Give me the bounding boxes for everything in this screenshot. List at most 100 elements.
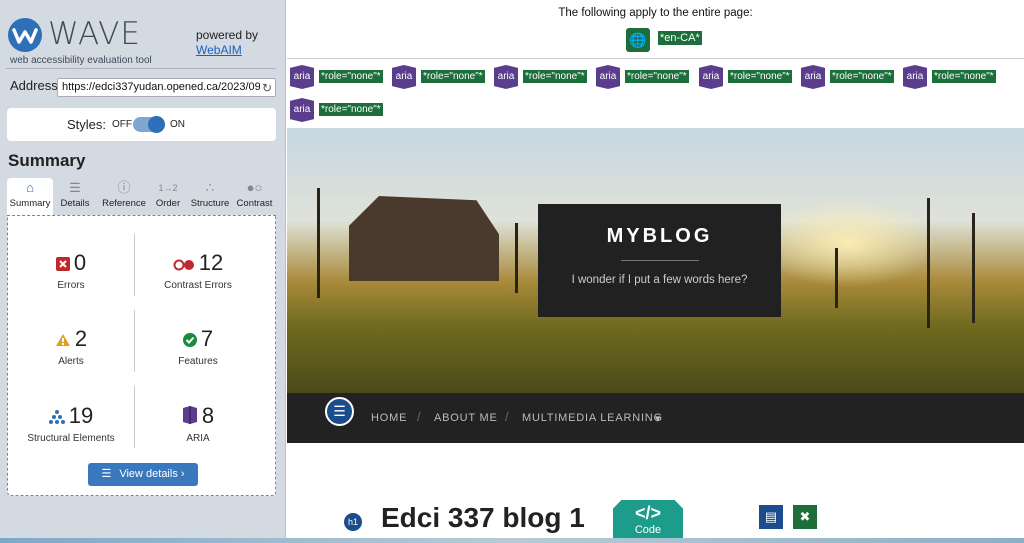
blog-tagline: I wonder if I put a few words here?	[571, 274, 748, 286]
role-none-tag: *role="none"*	[830, 70, 894, 83]
webaim-link[interactable]: WebAIM	[196, 43, 258, 58]
toggle-knob	[148, 116, 165, 133]
contrast-errors-label: Contrast Errors	[164, 280, 232, 292]
divider	[287, 58, 1024, 59]
hero-image: MYBLOG I wonder if I put a few words her…	[287, 128, 1024, 393]
address-label: Address:	[10, 78, 62, 93]
aria-count: 8	[201, 403, 215, 428]
features-count: 7	[200, 326, 214, 351]
role-none-tag: *role="none"*	[421, 70, 485, 83]
tree	[515, 223, 518, 293]
alerts-count: 2	[74, 326, 88, 351]
reload-icon[interactable]: ↻	[259, 81, 272, 95]
features-stat[interactable]: 7 Features	[135, 326, 261, 367]
tree	[317, 188, 320, 298]
divider	[6, 68, 276, 69]
aria-icon[interactable]: aria	[290, 65, 314, 89]
view-details-label: View details ›	[119, 468, 185, 480]
tab-order[interactable]: 1→2 Order	[150, 178, 186, 215]
contrast-icon: ●○	[246, 180, 263, 195]
barn-silhouette	[349, 196, 499, 281]
errors-stat[interactable]: 0 Errors	[8, 250, 134, 291]
nav-separator: /	[505, 409, 509, 424]
aria-icon[interactable]: aria	[494, 65, 518, 89]
feature-icon	[182, 327, 197, 353]
tab-order-label: Order	[155, 198, 181, 209]
html5-icon[interactable]: ▤	[759, 505, 783, 529]
aria-icon[interactable]: aria	[903, 65, 927, 89]
structural-label: Structural Elements	[27, 433, 115, 445]
aria-icon[interactable]: aria	[290, 98, 314, 122]
aria-icon[interactable]: aria	[699, 65, 723, 89]
styles-label: Styles:	[67, 117, 107, 132]
home-icon: ⌂	[26, 180, 34, 195]
aria-icon[interactable]: aria	[596, 65, 620, 89]
errors-count: 0	[73, 250, 87, 275]
tab-contrast-label: Contrast	[236, 198, 273, 209]
chevron-down-icon[interactable]: ▾	[655, 412, 661, 425]
spreadsheet-icon[interactable]: ✖	[793, 505, 817, 529]
blog-header-card[interactable]: MYBLOG I wonder if I put a few words her…	[538, 204, 781, 317]
contrast-errors-stat[interactable]: 12 Contrast Errors	[135, 250, 261, 291]
tab-summary[interactable]: ⌂ Summary	[7, 178, 53, 215]
contrast-errors-count: 12	[198, 250, 224, 275]
wave-sidebar: WAVE web accessibility evaluation tool p…	[0, 0, 286, 543]
list-icon: ☰	[69, 180, 81, 195]
info-icon: ⓘ	[117, 180, 131, 195]
wave-logo[interactable]: WAVE web accessibility evaluation tool p…	[8, 14, 278, 66]
styles-on-label: ON	[170, 119, 185, 130]
summary-heading: Summary	[8, 151, 86, 170]
structural-stat[interactable]: 19 Structural Elements	[8, 403, 134, 444]
aria-icon[interactable]: aria	[392, 65, 416, 89]
page-preview: The following apply to the entire page: …	[287, 0, 1024, 543]
divider	[620, 260, 699, 261]
alerts-stat[interactable]: 2 Alerts	[8, 326, 134, 367]
contrast-error-icon	[173, 251, 195, 277]
page-level-notice: The following apply to the entire page:	[558, 7, 753, 19]
globe-icon[interactable]: 🌐	[626, 28, 650, 52]
role-none-tag: *role="none"*	[319, 70, 383, 83]
blog-title: MYBLOG	[606, 225, 713, 247]
h1-icon[interactable]: h1	[343, 512, 363, 532]
role-none-tag: *role="none"*	[319, 103, 383, 116]
tab-reference[interactable]: ⓘ Reference	[97, 178, 151, 215]
nav-about-me[interactable]: ABOUT ME	[434, 412, 498, 424]
code-icon[interactable]: </> Code	[613, 500, 683, 543]
powered-by: powered by WebAIM	[196, 28, 258, 58]
role-none-tag: *role="none"*	[625, 70, 689, 83]
tree	[972, 213, 975, 323]
tab-details-label: Details	[60, 198, 90, 209]
aria-label: ARIA	[186, 433, 210, 445]
address-value: https://edci337yudan.opened.ca/2023/09/3	[62, 81, 270, 93]
brand-tagline: web accessibility evaluation tool	[10, 55, 152, 66]
role-none-tag: *role="none"*	[728, 70, 792, 83]
wave-logo-icon	[8, 18, 42, 52]
aria-stat[interactable]: 8 ARIA	[135, 403, 261, 444]
role-none-tag: *role="none"*	[932, 70, 996, 83]
list-icon[interactable]: ☰	[325, 397, 354, 426]
styles-toggle[interactable]	[133, 116, 165, 133]
tab-structure[interactable]: ∴ Structure	[187, 178, 233, 215]
tree	[835, 248, 838, 308]
styles-off-label: OFF	[112, 119, 132, 130]
tab-details[interactable]: ☰ Details	[54, 178, 96, 215]
code-glyph: </>	[634, 503, 662, 523]
site-navigation: ☰ HOME / ABOUT ME / MULTIMEDIA LEARNING …	[287, 393, 1024, 443]
view-details-button[interactable]: ☰ View details ›	[88, 463, 198, 486]
post-title: Edci 337 blog 1	[381, 502, 585, 533]
nav-home[interactable]: HOME	[371, 412, 407, 424]
structure-icon: ∴	[205, 180, 215, 195]
language-tag: *en-CA*	[658, 31, 702, 45]
summary-panel: 0 Errors 12 Contrast Errors 2 Alerts 7 F…	[7, 215, 276, 496]
error-icon	[55, 251, 70, 277]
alerts-label: Alerts	[58, 356, 84, 368]
tab-contrast[interactable]: ●○ Contrast	[233, 178, 276, 215]
nav-multimedia-learning[interactable]: MULTIMEDIA LEARNING	[522, 412, 663, 424]
sun-glow	[757, 198, 937, 288]
powered-by-text: powered by	[196, 28, 259, 42]
address-input[interactable]: https://edci337yudan.opened.ca/2023/09/3…	[57, 78, 276, 97]
code-label: Code	[634, 524, 662, 536]
aria-icon[interactable]: aria	[801, 65, 825, 89]
errors-label: Errors	[57, 280, 85, 292]
aria-icon	[182, 404, 198, 430]
